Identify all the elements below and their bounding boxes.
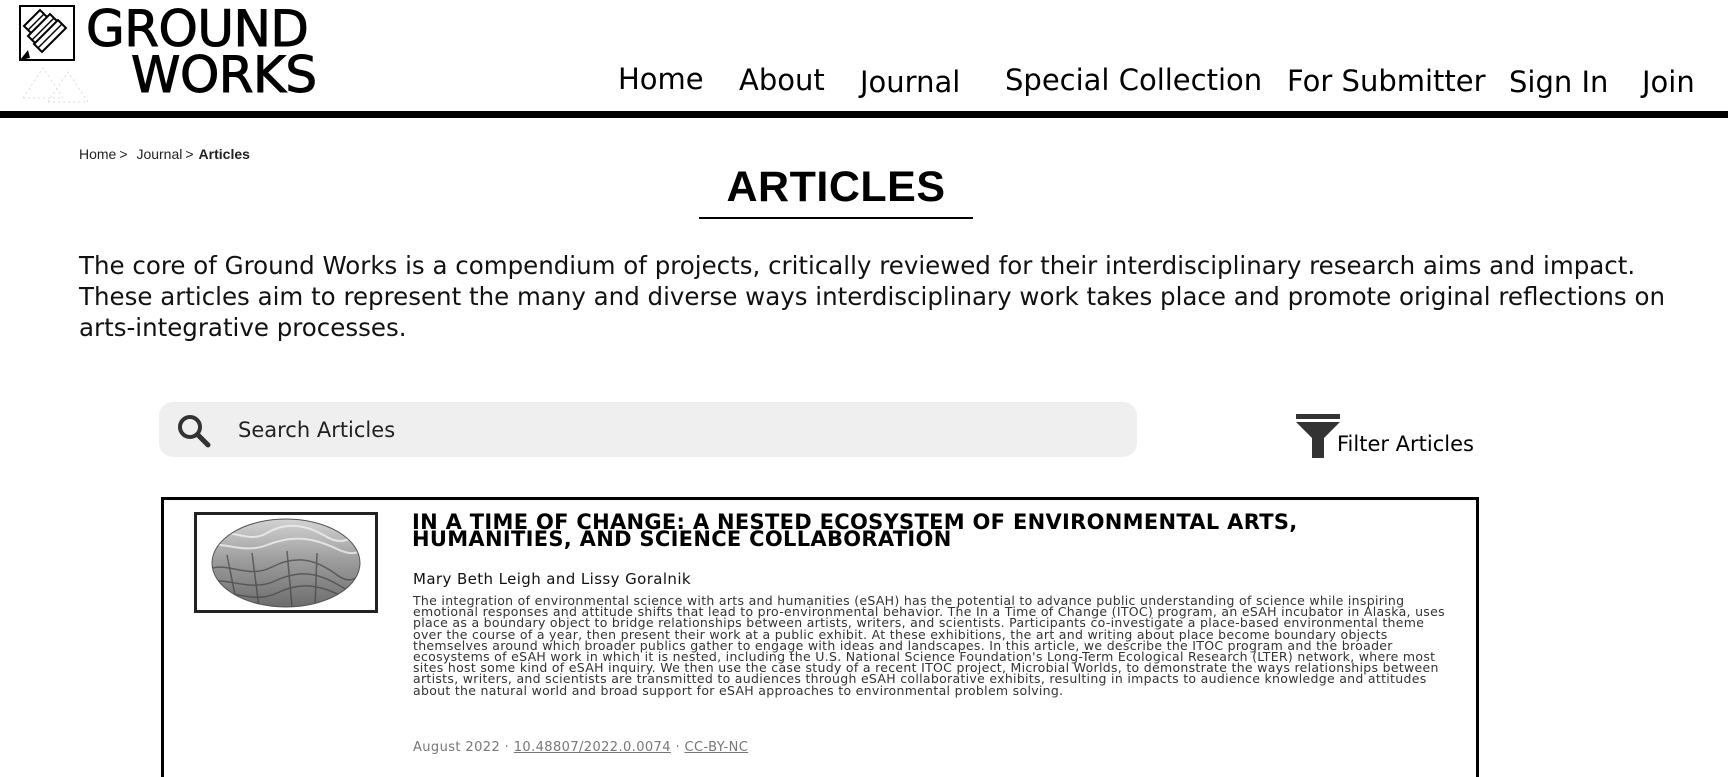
nav-sign-in[interactable]: Sign In — [1509, 65, 1608, 99]
title-underline — [699, 217, 973, 219]
article-date: August 2022 — [413, 740, 501, 755]
article-card[interactable]: In a Time of Change: A Nested Ecosystem … — [161, 497, 1479, 777]
breadcrumb-home[interactable]: Home — [79, 146, 116, 162]
article-title[interactable]: In a Time of Change: A Nested Ecosystem … — [412, 512, 1412, 550]
meta-separator: · — [504, 740, 510, 755]
article-abstract: The integration of environmental science… — [413, 593, 1445, 698]
filter-label: Filter Articles — [1337, 432, 1474, 456]
nav-special-collection[interactable]: Special Collection — [1005, 63, 1262, 97]
search-icon[interactable] — [177, 414, 211, 448]
nav-for-submitter[interactable]: For Submitter — [1287, 64, 1486, 98]
nav-home[interactable]: Home — [618, 62, 704, 96]
pencils-logo-icon — [19, 5, 75, 61]
nav-journal[interactable]: Journal — [860, 65, 960, 99]
nav-join[interactable]: Join — [1642, 65, 1695, 99]
breadcrumb-journal[interactable]: Journal — [136, 146, 182, 162]
filter-icon — [1296, 414, 1340, 458]
page-intro: The core of Ground Works is a compendium… — [79, 251, 1665, 342]
site-header: GROUND WORKS Home About Journal Special … — [0, 0, 1728, 118]
article-image — [197, 515, 375, 610]
article-license-link[interactable]: CC-BY-NC — [685, 740, 749, 755]
article-authors: Mary Beth Leigh and Lissy Goralnik — [413, 570, 691, 588]
page-title: ARTICLES — [726, 163, 946, 211]
search-bar[interactable] — [159, 402, 1137, 457]
breadcrumb-separator: > — [119, 146, 128, 162]
breadcrumb-current: Articles — [198, 146, 250, 162]
article-meta: August 2022 · 10.48807/2022.0.0074 · CC-… — [413, 740, 748, 755]
article-thumbnail[interactable] — [194, 512, 378, 613]
filter-button[interactable]: Filter Articles — [1294, 410, 1484, 462]
meta-separator: · — [675, 740, 680, 755]
search-input[interactable] — [238, 414, 1098, 446]
nav-about[interactable]: About — [739, 63, 825, 97]
breadcrumb: Home > Journal > Articles — [79, 146, 250, 162]
main-nav: Home About Journal Special Collection Fo… — [0, 62, 1728, 102]
breadcrumb-separator: > — [185, 146, 194, 162]
article-doi-link[interactable]: 10.48807/2022.0.0074 — [514, 740, 671, 755]
